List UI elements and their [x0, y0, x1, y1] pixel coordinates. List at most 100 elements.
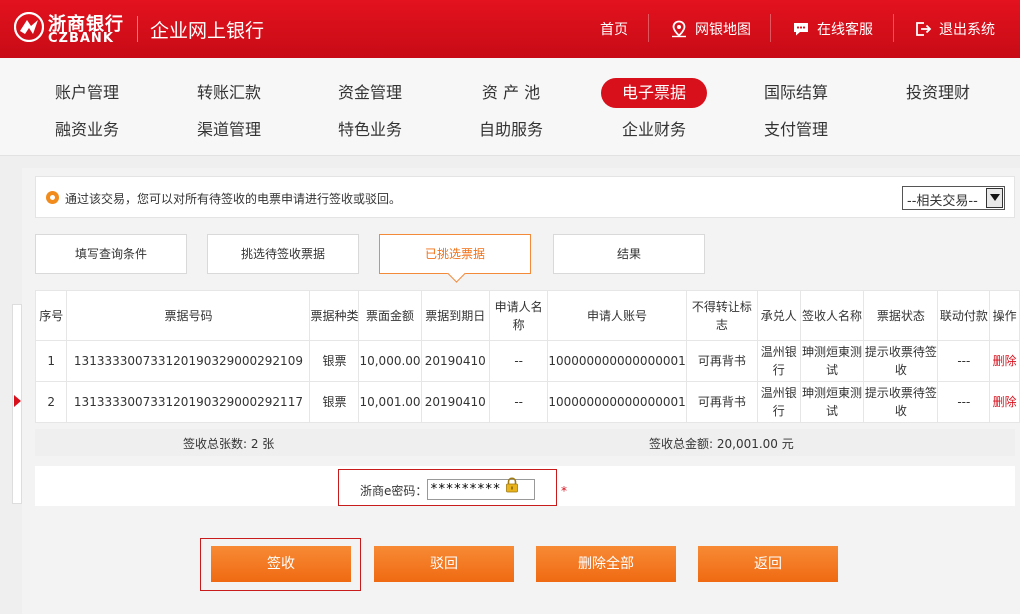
cell-due-date: 20190410 — [420, 381, 491, 423]
location-tip-icon — [46, 191, 59, 204]
header-divider — [137, 16, 138, 42]
required-mark: * — [561, 484, 567, 498]
delete-row-link[interactable]: 删除 — [989, 340, 1020, 382]
selected-bills-table: 序号 票据号码 票据种类 票面金额 票据到期日 申请人名称 申请人账号 不得转让… — [34, 290, 1020, 423]
col-header-seq: 序号 — [34, 290, 68, 341]
online-service-label: 在线客服 — [817, 22, 873, 38]
cell-bill-type: 银票 — [309, 381, 360, 423]
current-row-marker-icon — [14, 395, 21, 407]
lock-icon[interactable] — [505, 477, 519, 493]
nav-international-settlement[interactable]: 国际结算 — [743, 78, 849, 108]
cell-status: 提示收票待签收 — [863, 381, 939, 423]
step-result[interactable]: 结果 — [553, 234, 705, 274]
home-link-label: 首页 — [600, 22, 628, 38]
main-nav: 账户管理 转账汇款 资金管理 资 产 池 电子票据 国际结算 投资理财 融资业务… — [0, 58, 1020, 156]
cell-amount: 10,001.00 — [358, 381, 422, 423]
col-header-applicant-name: 申请人名称 — [489, 290, 549, 341]
password-row: 浙商e密码： ********* — [35, 466, 1015, 506]
cell-applicant-account: 100000000000000001 — [547, 381, 687, 423]
site-map-link[interactable]: 网银地图 — [670, 0, 751, 58]
cell-applicant-name: -- — [489, 381, 549, 423]
nav-electronic-bills[interactable]: 电子票据 — [601, 78, 707, 108]
chevron-down-icon[interactable] — [986, 188, 1003, 208]
delete-row-link[interactable]: 删除 — [989, 381, 1020, 423]
table-header-row: 序号 票据号码 票据种类 票面金额 票据到期日 申请人名称 申请人账号 不得转让… — [34, 290, 1020, 341]
step-query-conditions[interactable]: 填写查询条件 — [35, 234, 187, 274]
cell-bill-type: 银票 — [309, 340, 360, 382]
nav-investment[interactable]: 投资理财 — [885, 78, 991, 108]
cell-amount: 10,000.00 — [358, 340, 422, 382]
cell-receiver-name: 珅测烜東测试 — [799, 381, 865, 423]
cell-no-transfer: 可再背书 — [685, 381, 759, 423]
topnav-divider — [893, 14, 894, 42]
col-header-applicant-account: 申请人账号 — [547, 290, 687, 341]
tip-text: 通过该交易，您可以对所有待签收的电票申请进行签收或驳回。 — [65, 192, 402, 206]
password-label: 浙商e密码： — [360, 484, 428, 498]
nav-self-service[interactable]: 自助服务 — [458, 115, 564, 145]
logout-label: 退出系统 — [939, 22, 995, 38]
sign-summary-bar: 签收总张数: 2 张 签收总金额: 20,001.00 元 — [35, 429, 1015, 456]
step-selected-bills[interactable]: 已挑选票据 — [379, 234, 531, 274]
cell-acceptor: 温州银行 — [757, 381, 801, 423]
nav-asset-pool[interactable]: 资 产 池 — [458, 78, 564, 108]
col-header-amount: 票面金额 — [358, 290, 422, 341]
nav-payment-management[interactable]: 支付管理 — [743, 115, 849, 145]
cell-no-transfer: 可再背书 — [685, 340, 759, 382]
col-header-no-transfer: 不得转让标志 — [685, 290, 759, 341]
cell-seq: 1 — [34, 340, 68, 382]
total-count-text: 签收总张数: 2 张 — [183, 437, 275, 451]
cell-acceptor: 温州银行 — [757, 340, 801, 382]
nav-transfer[interactable]: 转账汇款 — [176, 78, 282, 108]
online-service-link[interactable]: 在线客服 — [792, 0, 873, 58]
cell-linked-pay: --- — [937, 381, 991, 423]
cell-linked-pay: --- — [937, 340, 991, 382]
cell-due-date: 20190410 — [420, 340, 491, 382]
col-header-bill-type: 票据种类 — [309, 290, 360, 341]
total-amount-text: 签收总金额: 20,001.00 元 — [649, 437, 794, 451]
logo-english-text: CZBANK — [48, 31, 114, 46]
czbank-logo-icon — [14, 12, 44, 42]
topnav-divider — [648, 14, 649, 42]
nav-funds-management[interactable]: 资金管理 — [317, 78, 423, 108]
table-row[interactable]: 1 131333300733120190329000292109 银票 10,0… — [34, 340, 1020, 382]
col-header-status: 票据状态 — [863, 290, 939, 341]
cell-receiver-name: 珅测烜東测试 — [799, 340, 865, 382]
cell-applicant-account: 100000000000000001 — [547, 340, 687, 382]
site-title: 企业网上银行 — [150, 20, 265, 42]
logout-link[interactable]: 退出系统 — [914, 0, 995, 58]
back-button[interactable]: 返回 — [698, 546, 838, 582]
col-header-linked-pay: 联动付款 — [937, 290, 991, 341]
nav-account-management[interactable]: 账户管理 — [34, 78, 140, 108]
cell-seq: 2 — [34, 381, 68, 423]
cell-status: 提示收票待签收 — [863, 340, 939, 382]
tip-bar: 通过该交易，您可以对所有待签收的电票申请进行签收或驳回。 --相关交易-- — [35, 176, 1015, 218]
related-transactions-select[interactable]: --相关交易-- — [902, 186, 1005, 210]
col-header-bill-no: 票据号码 — [66, 290, 311, 341]
table-row[interactable]: 2 131333300733120190329000292117 银票 10,0… — [34, 381, 1020, 423]
reject-button[interactable]: 驳回 — [374, 546, 514, 582]
map-pin-icon — [672, 20, 686, 38]
czbank-logo[interactable]: 浙商银行 CZBANK — [14, 10, 126, 46]
col-header-acceptor: 承兑人 — [757, 290, 801, 341]
logout-icon — [916, 22, 932, 36]
step-select-bills[interactable]: 挑选待签收票据 — [207, 234, 359, 274]
related-select-value: --相关交易-- — [907, 194, 978, 209]
topnav-divider — [770, 14, 771, 42]
nav-channel-management[interactable]: 渠道管理 — [176, 115, 282, 145]
chat-bubble-icon — [794, 23, 808, 36]
col-header-receiver-name: 签收人名称 — [799, 290, 865, 341]
nav-financing[interactable]: 融资业务 — [34, 115, 140, 145]
delete-all-button[interactable]: 删除全部 — [536, 546, 676, 582]
cell-bill-no: 131333300733120190329000292117 — [66, 381, 311, 423]
home-link[interactable]: 首页 — [600, 0, 628, 58]
col-header-action: 操作 — [989, 290, 1020, 341]
top-header: 浙商银行 CZBANK 企业网上银行 首页 网银地图 在线客服 退出系统 — [0, 0, 1020, 58]
cell-applicant-name: -- — [489, 340, 549, 382]
cell-bill-no: 131333300733120190329000292109 — [66, 340, 311, 382]
nav-special-business[interactable]: 特色业务 — [317, 115, 423, 145]
sign-button[interactable]: 签收 — [211, 546, 351, 582]
password-highlight-box: 浙商e密码： ********* — [338, 469, 557, 506]
col-header-due-date: 票据到期日 — [420, 290, 491, 341]
nav-corporate-finance[interactable]: 企业财务 — [601, 115, 707, 145]
site-map-label: 网银地图 — [695, 22, 751, 38]
